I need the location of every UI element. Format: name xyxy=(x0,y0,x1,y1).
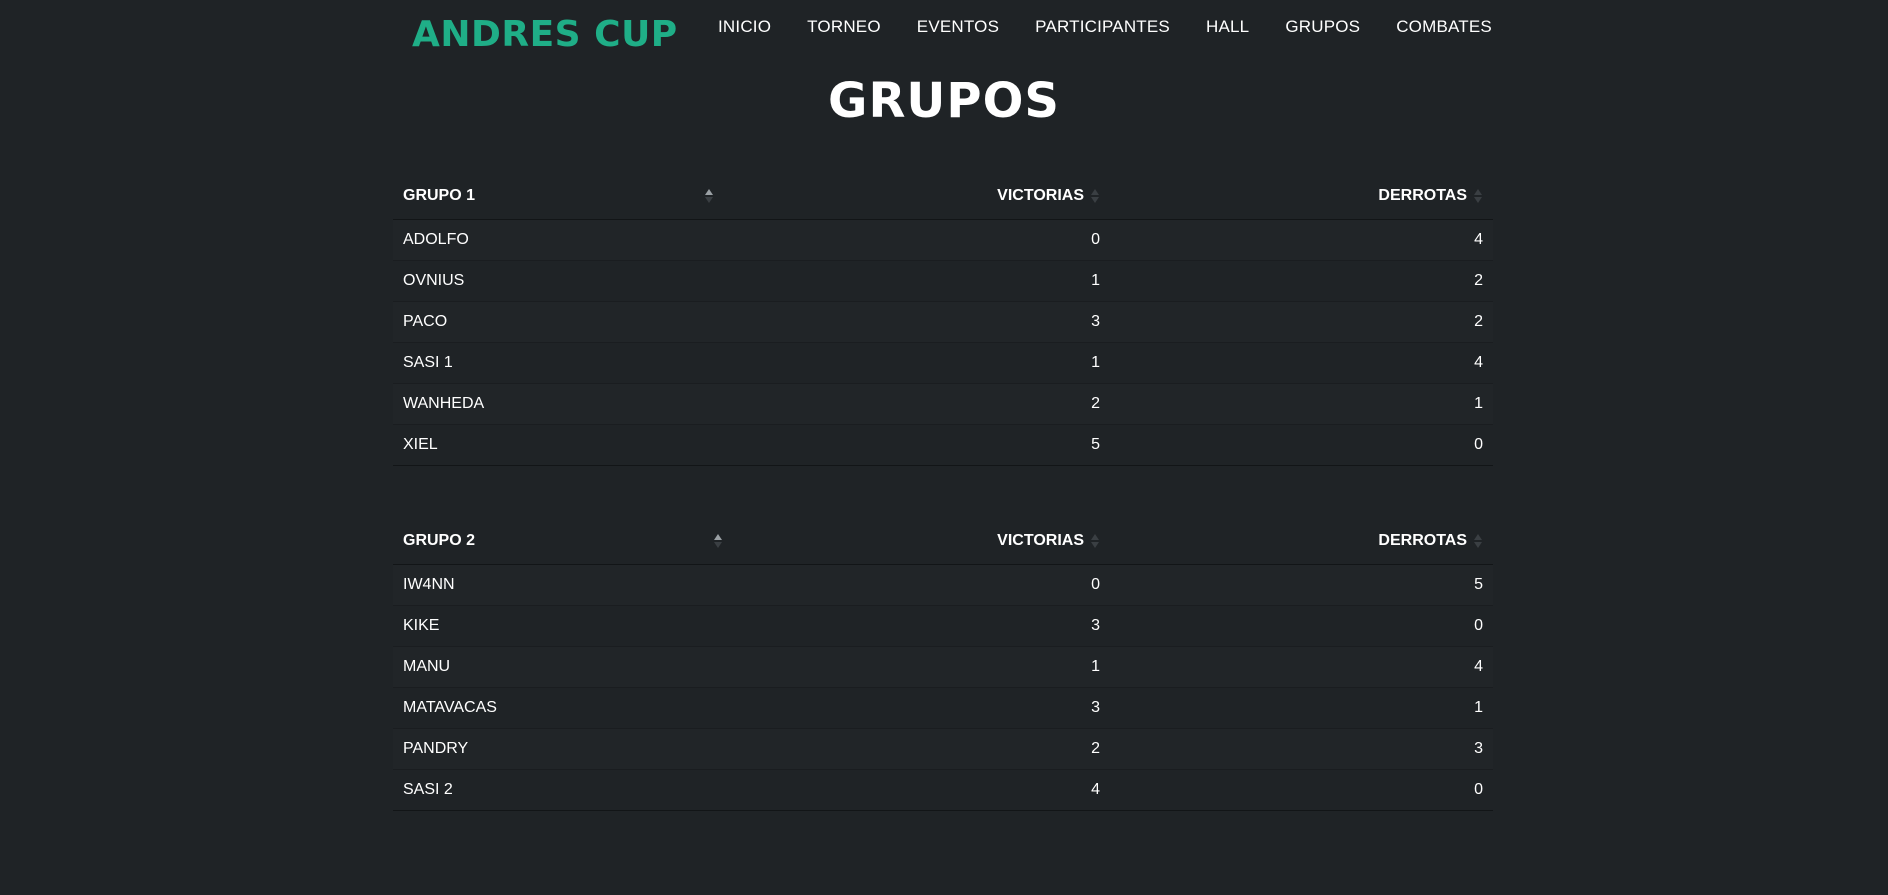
column-header-group-label: GRUPO 2 xyxy=(403,532,476,550)
player-name: SASI 2 xyxy=(393,769,728,811)
table-row: WANHEDA 2 1 xyxy=(393,383,1493,425)
table-row: PANDRY 2 3 xyxy=(393,728,1493,770)
column-header-derrotas-label: DERROTAS xyxy=(1378,187,1467,205)
table-row: SASI 2 4 0 xyxy=(393,769,1493,811)
table-header-row: GRUPO 1 VICTORIAS DERROTAS xyxy=(393,174,1493,220)
nav-grupos[interactable]: GRUPOS xyxy=(1285,17,1360,37)
column-header-derrotas-label: DERROTAS xyxy=(1378,532,1467,550)
column-header-derrotas[interactable]: DERROTAS xyxy=(1110,174,1493,220)
column-header-victorias-label: VICTORIAS xyxy=(997,187,1084,205)
player-name: SASI 1 xyxy=(393,342,728,384)
player-name: ADOLFO xyxy=(393,219,728,261)
wins-value: 4 xyxy=(728,769,1110,811)
nav-combates[interactable]: COMBATES xyxy=(1396,17,1492,37)
player-name: WANHEDA xyxy=(393,383,728,425)
group-table-2: GRUPO 2 VICTORIAS DERROTAS IW4NN 0 5 KIK… xyxy=(393,519,1493,811)
page-title: GRUPOS xyxy=(828,73,1060,129)
wins-value: 1 xyxy=(728,260,1110,302)
group-table-1: GRUPO 1 VICTORIAS DERROTAS ADOLFO 0 4 OV… xyxy=(393,174,1493,466)
sort-asc-icon xyxy=(704,188,714,204)
losses-value: 5 xyxy=(1110,564,1493,606)
wins-value: 5 xyxy=(728,424,1110,466)
nav-inicio[interactable]: INICIO xyxy=(718,17,771,37)
table-row: MATAVACAS 3 1 xyxy=(393,687,1493,729)
wins-value: 3 xyxy=(728,301,1110,343)
player-name: PACO xyxy=(393,301,728,343)
losses-value: 1 xyxy=(1110,383,1493,425)
wins-value: 3 xyxy=(728,605,1110,647)
sort-icon xyxy=(1090,188,1100,204)
column-header-group-label: GRUPO 1 xyxy=(403,187,476,205)
player-name: KIKE xyxy=(393,605,728,647)
column-header-victorias-label: VICTORIAS xyxy=(997,532,1084,550)
wins-value: 1 xyxy=(728,342,1110,384)
losses-value: 4 xyxy=(1110,342,1493,384)
table-row: SASI 1 1 4 xyxy=(393,342,1493,384)
site-header: ANDRES CUP INICIO TORNEO EVENTOS PARTICI… xyxy=(0,0,1888,64)
table-row: OVNIUS 1 2 xyxy=(393,260,1493,302)
losses-value: 0 xyxy=(1110,769,1493,811)
losses-value: 1 xyxy=(1110,687,1493,729)
nav-torneo[interactable]: TORNEO xyxy=(807,17,881,37)
losses-value: 3 xyxy=(1110,728,1493,770)
table-row: IW4NN 0 5 xyxy=(393,564,1493,606)
table-row: MANU 1 4 xyxy=(393,646,1493,688)
column-header-victorias[interactable]: VICTORIAS xyxy=(728,519,1110,565)
nav-hall[interactable]: HALL xyxy=(1206,17,1249,37)
table-row: PACO 3 2 xyxy=(393,301,1493,343)
wins-value: 1 xyxy=(728,646,1110,688)
site-logo[interactable]: ANDRES CUP xyxy=(412,14,678,55)
column-header-group[interactable]: GRUPO 1 xyxy=(393,174,728,220)
nav-participantes[interactable]: PARTICIPANTES xyxy=(1035,17,1170,37)
wins-value: 2 xyxy=(728,728,1110,770)
losses-value: 4 xyxy=(1110,646,1493,688)
table-header-row: GRUPO 2 VICTORIAS DERROTAS xyxy=(393,519,1493,565)
table-row: ADOLFO 0 4 xyxy=(393,219,1493,261)
column-header-derrotas[interactable]: DERROTAS xyxy=(1110,519,1493,565)
player-name: MANU xyxy=(393,646,728,688)
table-row: KIKE 3 0 xyxy=(393,605,1493,647)
losses-value: 2 xyxy=(1110,260,1493,302)
losses-value: 0 xyxy=(1110,424,1493,466)
player-name: MATAVACAS xyxy=(393,687,728,729)
column-header-group[interactable]: GRUPO 2 xyxy=(393,519,728,565)
column-header-victorias[interactable]: VICTORIAS xyxy=(728,174,1110,220)
player-name: IW4NN xyxy=(393,564,728,606)
wins-value: 0 xyxy=(728,564,1110,606)
losses-value: 4 xyxy=(1110,219,1493,261)
player-name: OVNIUS xyxy=(393,260,728,302)
wins-value: 3 xyxy=(728,687,1110,729)
sort-icon xyxy=(1473,188,1483,204)
main-nav: INICIO TORNEO EVENTOS PARTICIPANTES HALL… xyxy=(718,17,1492,37)
nav-eventos[interactable]: EVENTOS xyxy=(917,17,999,37)
table-row: XIEL 5 0 xyxy=(393,424,1493,466)
losses-value: 2 xyxy=(1110,301,1493,343)
wins-value: 2 xyxy=(728,383,1110,425)
losses-value: 0 xyxy=(1110,605,1493,647)
sort-icon xyxy=(1473,533,1483,549)
sort-icon xyxy=(1090,533,1100,549)
player-name: PANDRY xyxy=(393,728,728,770)
player-name: XIEL xyxy=(393,424,728,466)
sort-asc-icon xyxy=(713,533,723,549)
wins-value: 0 xyxy=(728,219,1110,261)
